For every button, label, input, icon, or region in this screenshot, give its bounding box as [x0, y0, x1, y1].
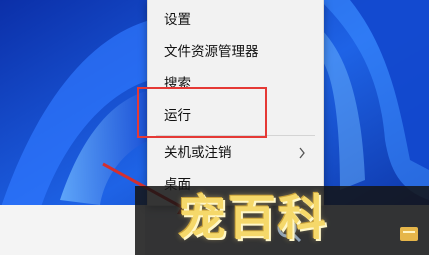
highlight-box	[137, 87, 267, 138]
menu-item-label: 设置	[164, 12, 191, 28]
menu-item-settings[interactable]: 设置	[148, 5, 323, 35]
menu-item-label: 文件资源管理器	[164, 44, 259, 60]
watermark-logo-text: 宠百科	[178, 190, 329, 246]
menu-item-file-explorer[interactable]: 文件资源管理器	[148, 37, 323, 67]
app-icon	[400, 227, 418, 241]
chevron-right-icon	[299, 147, 305, 159]
